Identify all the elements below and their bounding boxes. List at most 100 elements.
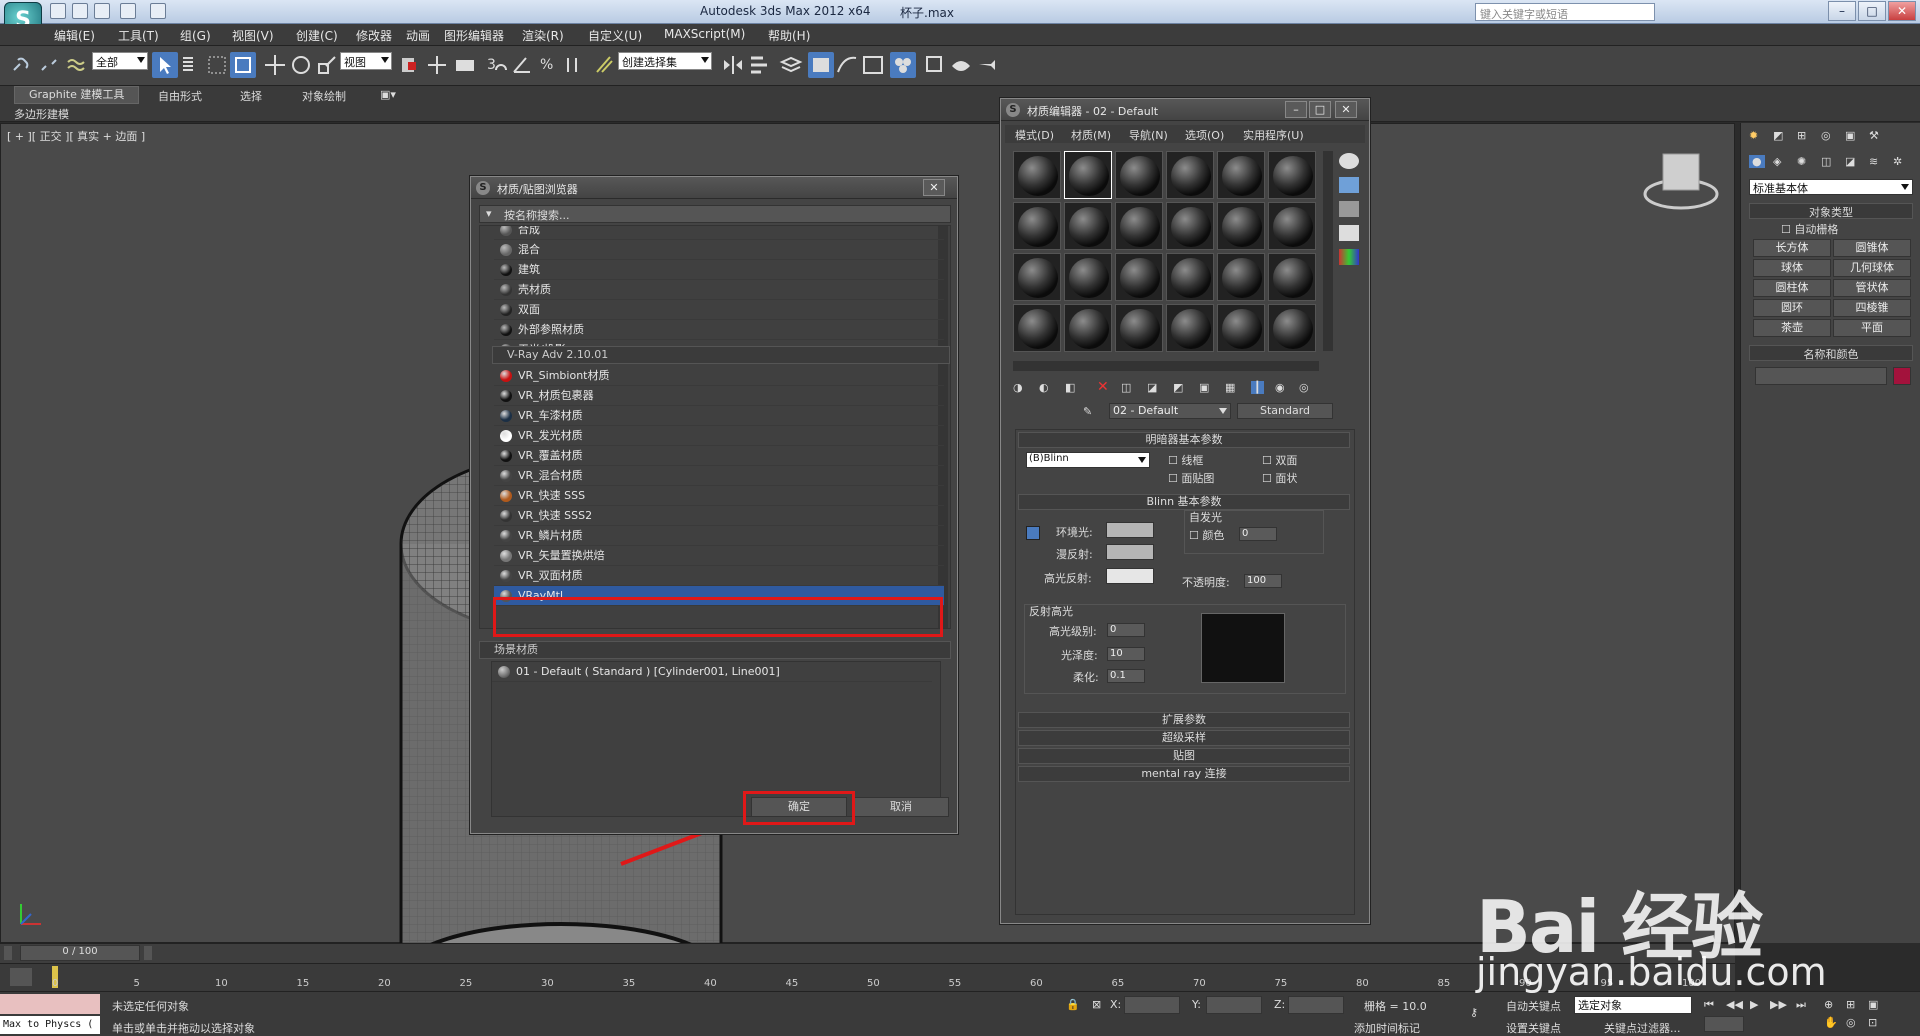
material-type-row[interactable]: 建筑 — [494, 260, 944, 280]
sample-slot[interactable] — [1268, 304, 1316, 352]
vray-group-header[interactable]: V-Ray Adv 2.10.01 — [492, 346, 950, 364]
torus-button[interactable]: 圆环 — [1753, 299, 1831, 317]
spec-level-spinner[interactable]: 0 — [1107, 623, 1145, 637]
sample-slot[interactable] — [1217, 151, 1265, 199]
geometry-icon[interactable]: ● — [1749, 155, 1765, 168]
show-end-result-icon[interactable]: ┃ — [1251, 381, 1264, 394]
sample-slot[interactable] — [1217, 304, 1265, 352]
snap-toggle-icon[interactable]: 3 — [484, 52, 510, 78]
angle-snap-icon[interactable] — [510, 52, 536, 78]
tab-object-paint[interactable]: 对象绘制 — [302, 88, 346, 104]
menu-graph-editors[interactable]: 图形编辑器 — [444, 27, 504, 44]
polygon-modeling-label[interactable]: 多边形建模 — [14, 106, 69, 122]
menu-options[interactable]: 选项(O) — [1185, 127, 1224, 143]
material-type-row[interactable]: 双面 — [494, 300, 944, 320]
material-name-field[interactable]: 02 - Default — [1109, 403, 1231, 419]
ambient-swatch[interactable] — [1106, 522, 1154, 538]
opacity-spinner[interactable]: 100 — [1244, 574, 1282, 588]
open-file-icon[interactable] — [72, 3, 88, 19]
cancel-button[interactable]: 取消 — [853, 797, 949, 817]
material-id-icon[interactable]: ▣ — [1199, 381, 1209, 394]
soften-spinner[interactable]: 0.1 — [1107, 669, 1145, 683]
menu-rendering[interactable]: 渲染(R) — [522, 27, 564, 44]
menu-animation[interactable]: 动画 — [406, 27, 430, 44]
tab-freeform[interactable]: 自由形式 — [158, 88, 202, 104]
two-sided-checkbox[interactable]: ☐ 双面 — [1262, 452, 1297, 468]
background-icon[interactable] — [1339, 201, 1359, 217]
blinn-basic-header[interactable]: Blinn 基本参数 — [1018, 494, 1350, 510]
current-frame-field[interactable] — [1704, 1016, 1744, 1032]
material-type-row[interactable]: 混合 — [494, 240, 944, 260]
vray-material-row[interactable]: VR_覆盖材质 — [494, 446, 944, 466]
sample-slot[interactable] — [1115, 253, 1163, 301]
name-color-header[interactable]: 名称和颜色 — [1749, 345, 1913, 361]
autogrid-checkbox[interactable]: ☐ 自动栅格 — [1781, 221, 1838, 237]
modify-tab-icon[interactable]: ◩ — [1773, 129, 1783, 142]
ribbon-options-icon[interactable]: ▣▾ — [380, 88, 396, 101]
diffuse-swatch[interactable] — [1106, 544, 1154, 560]
maximize-icon[interactable]: □ — [1858, 1, 1886, 21]
manipulate-icon[interactable] — [424, 52, 450, 78]
named-selection-set-select[interactable]: 创建选择集 — [618, 52, 712, 70]
menu-material[interactable]: 材质(M) — [1071, 127, 1111, 143]
bind-space-warp-icon[interactable] — [64, 52, 90, 78]
sample-type-icon[interactable] — [1339, 153, 1359, 169]
redo-icon[interactable] — [150, 3, 166, 19]
video-color-check-icon[interactable] — [1339, 249, 1359, 265]
close-icon[interactable]: ✕ — [1888, 1, 1916, 21]
mateditor-maximize-icon[interactable]: □ — [1309, 101, 1331, 118]
browser-title-bar[interactable]: S 材质/贴图浏览器 — [471, 177, 957, 199]
sample-slot[interactable] — [1115, 202, 1163, 250]
absolute-mode-icon[interactable]: ⊠ — [1092, 998, 1101, 1011]
utilities-tab-icon[interactable]: ⚒ — [1869, 129, 1879, 142]
sample-slot[interactable] — [1115, 151, 1163, 199]
lock-icon[interactable]: 🔒 — [1066, 998, 1080, 1011]
go-parent-icon[interactable]: ◉ — [1275, 381, 1285, 394]
pan-icon[interactable]: ✋ — [1824, 1016, 1838, 1029]
face-map-checkbox[interactable]: ☐ 面贴图 — [1168, 470, 1214, 486]
orbit-icon[interactable]: ◎ — [1846, 1016, 1856, 1029]
sample-slot[interactable] — [1268, 253, 1316, 301]
curve-editor-icon[interactable] — [834, 52, 860, 78]
vray-material-row[interactable]: VR_鳞片材质 — [494, 526, 944, 546]
plane-button[interactable]: 平面 — [1833, 319, 1911, 337]
mental-ray-rollout[interactable]: mental ray 连接 — [1018, 766, 1350, 782]
object-type-header[interactable]: 对象类型 — [1749, 203, 1913, 219]
go-sibling-icon[interactable]: ◎ — [1299, 381, 1309, 394]
window-crossing-icon[interactable] — [230, 52, 256, 78]
selection-filter-select[interactable]: 全部 — [92, 52, 148, 70]
material-type-row[interactable]: 壳材质 — [494, 280, 944, 300]
x-coord-field[interactable] — [1124, 996, 1180, 1014]
sample-slot[interactable] — [1166, 151, 1214, 199]
menu-customize[interactable]: 自定义(U) — [588, 27, 642, 44]
sphere-button[interactable]: 球体 — [1753, 259, 1831, 277]
show-map-icon[interactable]: ▦ — [1225, 381, 1235, 394]
assign-material-icon[interactable]: ◧ — [1065, 381, 1075, 394]
prev-frame-icon[interactable] — [4, 946, 12, 960]
menu-tools[interactable]: 工具(T) — [118, 27, 159, 44]
sample-slot[interactable] — [1013, 304, 1061, 352]
hierarchy-tab-icon[interactable]: ⊞ — [1797, 129, 1806, 142]
save-icon[interactable] — [94, 3, 110, 19]
geometry-type-select[interactable]: 标准基本体 — [1749, 179, 1913, 195]
sample-slot[interactable] — [1217, 253, 1265, 301]
sample-slot[interactable] — [1064, 202, 1112, 250]
slots-hscrollbar[interactable] — [1013, 361, 1319, 371]
supersampling-rollout[interactable]: 超级采样 — [1018, 730, 1350, 746]
vray-material-row[interactable]: VR_双面材质 — [494, 566, 944, 586]
tab-selection[interactable]: 选择 — [240, 88, 262, 104]
shader-basic-header[interactable]: 明暗器基本参数 — [1018, 432, 1350, 448]
spacewarps-icon[interactable]: ≋ — [1869, 155, 1878, 168]
helpers-icon[interactable]: ◪ — [1845, 155, 1855, 168]
link-icon[interactable] — [8, 52, 34, 78]
pyramid-button[interactable]: 四棱锥 — [1833, 299, 1911, 317]
z-coord-field[interactable] — [1288, 996, 1344, 1014]
rotate-icon[interactable] — [288, 52, 314, 78]
display-tab-icon[interactable]: ▣ — [1845, 129, 1855, 142]
mateditor-minimize-icon[interactable]: – — [1285, 101, 1307, 118]
object-color-swatch[interactable] — [1893, 367, 1911, 385]
sample-slot[interactable] — [1268, 202, 1316, 250]
maximize-viewport-icon[interactable]: ⊡ — [1868, 1016, 1877, 1029]
copy-material-icon[interactable]: ◫ — [1121, 381, 1131, 394]
menu-modifiers[interactable]: 修改器 — [356, 27, 392, 44]
